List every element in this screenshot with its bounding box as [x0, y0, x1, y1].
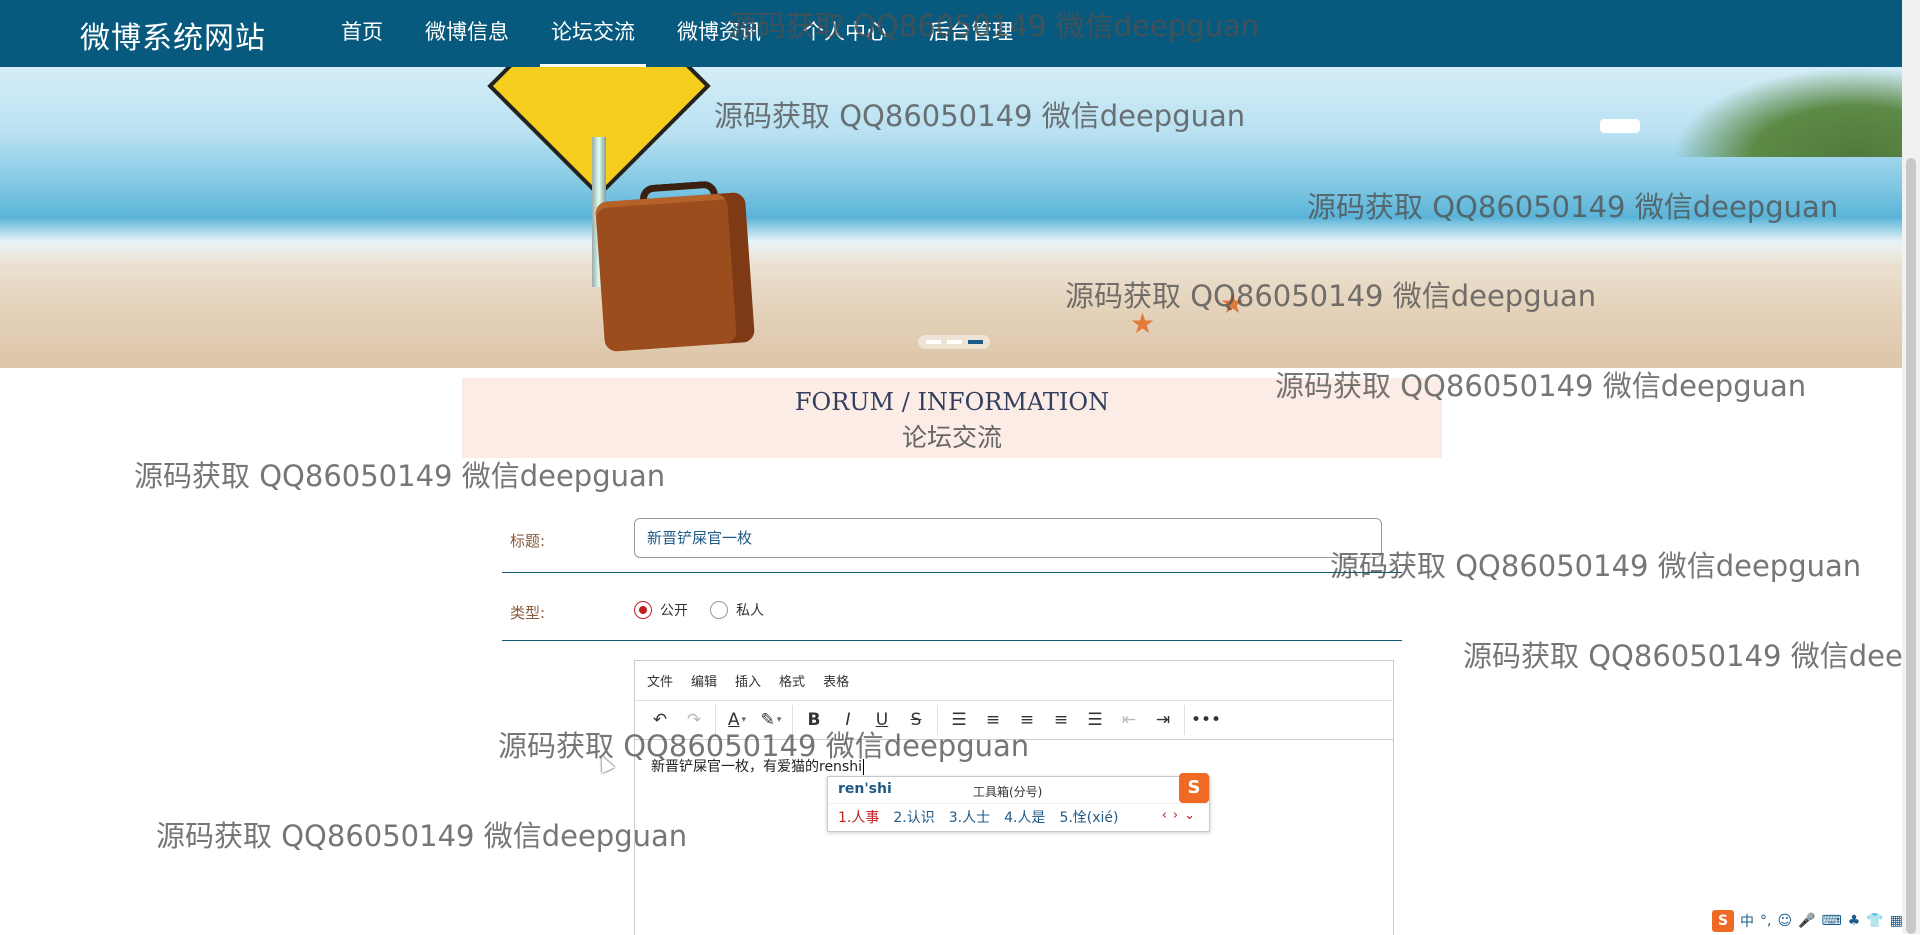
- mouse-cursor-icon: [595, 752, 615, 774]
- align-justify-icon[interactable]: ☰: [1078, 705, 1112, 735]
- ime-candidate[interactable]: 3.人士: [949, 807, 990, 827]
- hero-banner: ★ ★: [0, 67, 1902, 368]
- menu-format[interactable]: 格式: [779, 671, 805, 690]
- outdent-icon[interactable]: ⇤: [1112, 705, 1146, 735]
- page-scrollbar[interactable]: [1902, 0, 1920, 934]
- list-icon[interactable]: ☰: [942, 705, 976, 735]
- undo-icon[interactable]: ↶: [643, 705, 677, 735]
- text-caret: [863, 759, 864, 775]
- ime-candidate[interactable]: 1.人事: [838, 807, 879, 827]
- shirt-icon[interactable]: 👕: [1866, 913, 1883, 929]
- toolbar-divider: [937, 705, 938, 735]
- watermark-text: 源码获取 QQ86050149 微信deepguan: [156, 819, 688, 853]
- menu-table[interactable]: 表格: [823, 671, 849, 690]
- nav-item-forum[interactable]: 论坛交流: [530, 0, 656, 67]
- carousel-dot[interactable]: [946, 340, 962, 344]
- radio-public[interactable]: [634, 601, 652, 619]
- align-left-icon[interactable]: ≡: [976, 705, 1010, 735]
- ime-candidate[interactable]: 2.认识: [893, 807, 934, 827]
- nav-item-personal-center[interactable]: 个人中心: [782, 0, 908, 67]
- type-row: 类型: 公开 私人: [502, 588, 1402, 641]
- more-icon[interactable]: •••: [1189, 705, 1223, 735]
- radio-public-label[interactable]: 公开: [660, 600, 688, 620]
- type-radio-group: 公开 私人: [634, 600, 786, 620]
- top-navbar: 微博系统网站 首页 微博信息 论坛交流 微博资讯 个人中心 后台管理: [0, 0, 1902, 67]
- toolbar-divider: [792, 705, 793, 735]
- nav-menu: 首页 微博信息 论坛交流 微博资讯 个人中心 后台管理: [320, 0, 1034, 67]
- menu-edit[interactable]: 编辑: [691, 671, 717, 690]
- menu-insert[interactable]: 插入: [735, 671, 761, 690]
- site-brand[interactable]: 微博系统网站: [80, 13, 266, 57]
- title-row: 标题:: [502, 512, 1402, 573]
- nav-item-news[interactable]: 微博资讯: [656, 0, 782, 67]
- carousel-indicators: [918, 335, 990, 349]
- scrollbar-thumb[interactable]: [1906, 158, 1916, 934]
- underline-icon[interactable]: U: [865, 705, 899, 735]
- ime-candidates: 1.人事 2.认识 3.人士 4.人是 5.恮(xié): [838, 807, 1119, 827]
- skin-icon[interactable]: ♣: [1848, 913, 1861, 929]
- toolbar-divider: [1184, 705, 1185, 735]
- radio-private-label[interactable]: 私人: [736, 600, 764, 620]
- suitcase-image: [594, 191, 756, 353]
- boat-decoration: [1600, 119, 1640, 133]
- ime-candidate[interactable]: 5.恮(xié): [1059, 807, 1118, 827]
- editor-text: 新晋铲屎官一枚，有爱猫的renshi: [651, 759, 862, 775]
- punctuation-mode-indicator[interactable]: °,: [1760, 913, 1771, 929]
- microphone-icon[interactable]: 🎤: [1798, 913, 1815, 929]
- align-right-icon[interactable]: ≡: [1044, 705, 1078, 735]
- menu-file[interactable]: 文件: [647, 671, 673, 690]
- ime-toolbox[interactable]: 工具箱(分号): [973, 783, 1042, 800]
- ime-mode-indicator[interactable]: 中: [1740, 911, 1754, 931]
- section-title-en: FORUM / INFORMATION: [794, 388, 1110, 416]
- strikethrough-icon[interactable]: S: [899, 705, 933, 735]
- type-label: 类型:: [510, 604, 546, 622]
- ime-candidate[interactable]: 4.人是: [1004, 807, 1045, 827]
- editor-content[interactable]: 新晋铲屎官一枚，有爱猫的renshi: [651, 756, 864, 776]
- emoji-icon[interactable]: ☺: [1777, 913, 1792, 929]
- starfish-icon: ★: [1130, 307, 1156, 340]
- watermark-text: 源码获取 QQ86050149 微信deepguan: [1330, 549, 1862, 583]
- ime-header: ren'shi 工具箱(分号) S: [828, 773, 1209, 804]
- redo-icon[interactable]: ↷: [677, 705, 711, 735]
- toolbar-divider: [715, 705, 716, 735]
- section-title-cn: 论坛交流: [901, 423, 1002, 452]
- bold-icon[interactable]: B: [797, 705, 831, 735]
- highlight-icon[interactable]: ✎ ▾: [754, 705, 788, 735]
- ime-page-arrows-icon[interactable]: ‹›⌄: [1162, 808, 1201, 823]
- watermark-text: 源码获取 QQ86050149 微信deep: [1463, 639, 1920, 673]
- watermark-text: 源码获取 QQ86050149 微信deepguan: [134, 459, 666, 493]
- island-decoration: [1672, 67, 1902, 157]
- indent-icon[interactable]: ⇥: [1146, 705, 1180, 735]
- editor-menubar: 文件 编辑 插入 格式 表格: [635, 661, 1393, 701]
- align-center-icon[interactable]: ≡: [1010, 705, 1044, 735]
- ime-candidate-window: ren'shi 工具箱(分号) S 1.人事 2.认识 3.人士 4.人是 5.…: [827, 773, 1210, 832]
- title-input[interactable]: [634, 518, 1382, 558]
- ime-pinyin: ren'shi: [838, 781, 892, 797]
- ime-status-tray: S 中 °, ☺ 🎤 ⌨ ♣ 👕 ▦: [1712, 910, 1903, 932]
- carousel-dot-active[interactable]: [967, 340, 983, 344]
- carousel-dot[interactable]: [925, 340, 941, 344]
- editor-toolbar: ↶ ↷ A ▾ ✎ ▾ B I U S ☰ ≡ ≡ ≡ ☰ ⇤ ⇥ •••: [635, 701, 1393, 740]
- radio-private[interactable]: [710, 601, 728, 619]
- title-label: 标题:: [510, 532, 546, 550]
- section-heading: FORUM / INFORMATION 论坛交流: [462, 378, 1442, 458]
- menu-grid-icon[interactable]: ▦: [1890, 913, 1903, 929]
- italic-icon[interactable]: I: [831, 705, 865, 735]
- nav-item-home[interactable]: 首页: [320, 0, 404, 67]
- keyboard-icon[interactable]: ⌨: [1822, 913, 1842, 929]
- font-color-icon[interactable]: A ▾: [720, 705, 754, 735]
- sogou-logo-icon: S: [1179, 773, 1209, 803]
- sogou-tray-icon[interactable]: S: [1712, 910, 1734, 932]
- nav-item-admin[interactable]: 后台管理: [908, 0, 1034, 67]
- nav-item-weibo-info[interactable]: 微博信息: [404, 0, 530, 67]
- starfish-icon: ★: [1220, 287, 1246, 320]
